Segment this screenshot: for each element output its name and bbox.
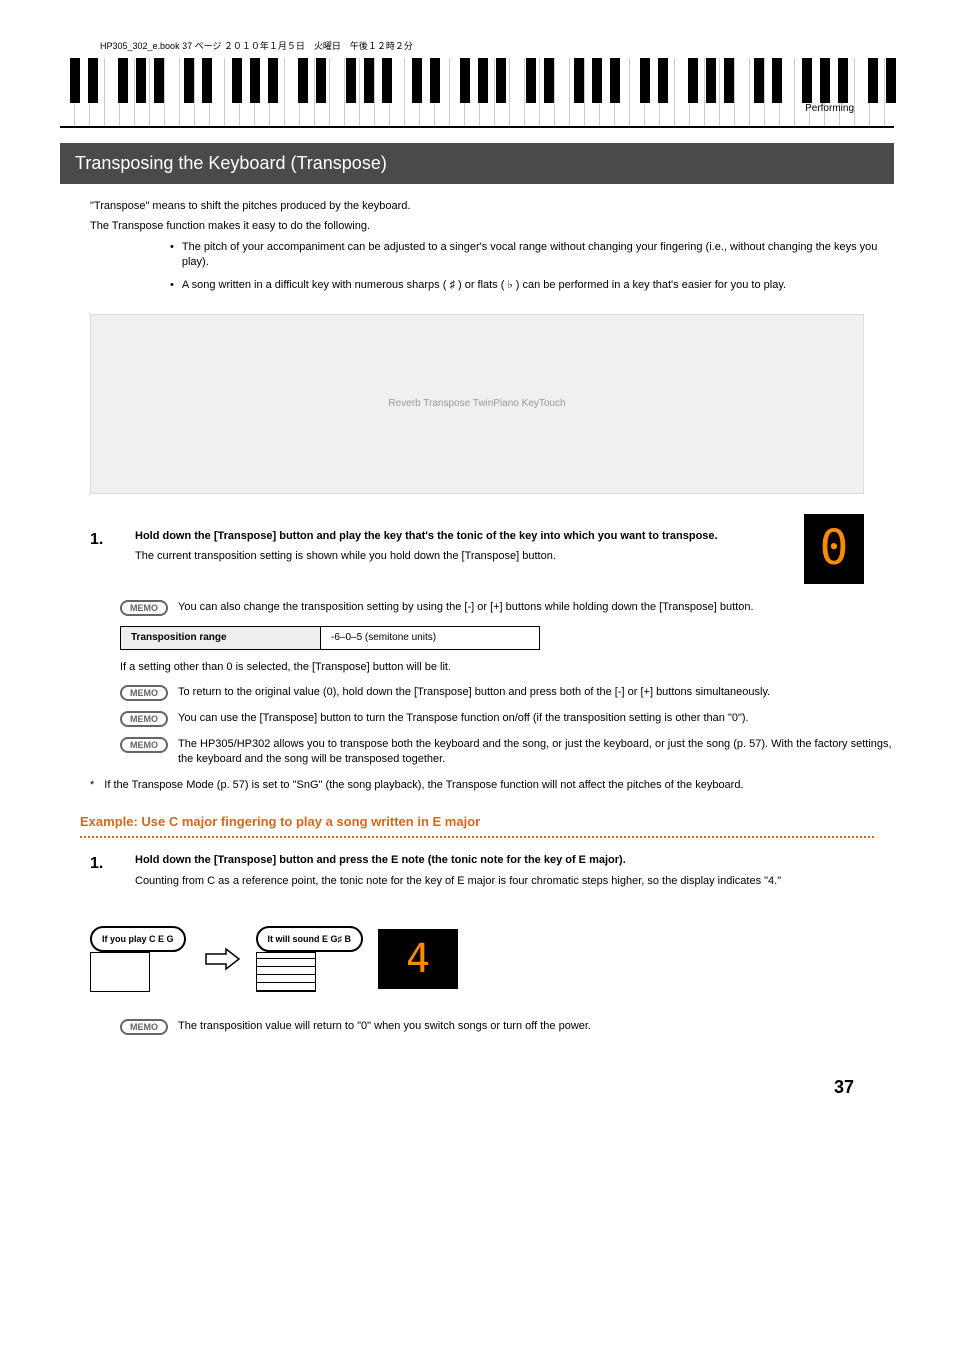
intro-paragraph-2: The Transpose function makes it easy to …	[90, 219, 894, 234]
memo-badge: MEMO	[120, 1019, 168, 1035]
memo-text-1: You can also change the transposition se…	[178, 600, 894, 616]
piano-header-graphic: Performing	[60, 58, 894, 128]
asterisk-icon: *	[90, 778, 94, 793]
transposition-range-table: Transposition range -6–0–5 (semitone uni…	[120, 626, 540, 650]
table-label: Transposition range	[121, 627, 321, 649]
example-diagram: If you play C E G It will sound E G♯ B 4	[90, 914, 864, 1004]
book-info-header: HP305_302_e.book 37 ページ ２０１０年１月５日 火曜日 午後…	[60, 40, 894, 53]
bullet-item: • A song written in a difficult key with…	[170, 278, 894, 293]
memo-text-3: You can use the [Transpose] button to tu…	[178, 711, 894, 727]
table-value: -6–0–5 (semitone units)	[321, 627, 446, 649]
music-staff	[256, 952, 316, 992]
step-title: Hold down the [Transpose] button and pla…	[135, 529, 804, 544]
example-heading: Example: Use C major fingering to play a…	[80, 813, 894, 831]
mini-keyboard-left	[90, 952, 150, 992]
bullet-item: • The pitch of your accompaniment can be…	[170, 240, 894, 271]
memo-badge: MEMO	[120, 711, 168, 727]
step-number: 1.	[90, 529, 135, 575]
diagram-right-label: It will sound E G♯ B	[256, 926, 364, 953]
example-step-title: Hold down the [Transpose] button and pre…	[135, 853, 894, 868]
bullet-icon: •	[170, 278, 174, 293]
memo-badge: MEMO	[120, 600, 168, 616]
memo-badge: MEMO	[120, 737, 168, 753]
example-step-text: Counting from C as a reference point, th…	[135, 874, 894, 889]
memo-text-2: To return to the original value (0), hol…	[178, 685, 894, 701]
bullet-icon: •	[170, 240, 174, 271]
step-text: The current transposition setting is sho…	[135, 549, 804, 564]
example-step-number: 1.	[90, 853, 135, 899]
display-readout-0: 0	[804, 514, 864, 584]
note-text-1: If a setting other than 0 is selected, t…	[120, 660, 894, 675]
diagram-left-label: If you play C E G	[90, 926, 186, 953]
memo-text-5: The transposition value will return to "…	[178, 1019, 894, 1035]
bullet-text-2: A song written in a difficult key with n…	[182, 278, 786, 293]
display-readout-4: 4	[378, 929, 458, 989]
asterisk-note-text: If the Transpose Mode (p. 57) is set to …	[104, 778, 743, 793]
intro-paragraph-1: "Transpose" means to shift the pitches p…	[90, 199, 894, 214]
memo-text-4: The HP305/HP302 allows you to transpose …	[178, 737, 894, 768]
section-title: Transposing the Keyboard (Transpose)	[60, 143, 894, 184]
page-number: 37	[60, 1075, 854, 1100]
arrow-icon	[201, 944, 241, 974]
memo-badge: MEMO	[120, 685, 168, 701]
control-panel-diagram: Reverb Transpose TwinPiano KeyTouch	[90, 314, 864, 494]
dotted-divider	[80, 836, 874, 838]
bullet-text-1: The pitch of your accompaniment can be a…	[182, 240, 894, 271]
header-section-label: Performing	[805, 102, 854, 116]
